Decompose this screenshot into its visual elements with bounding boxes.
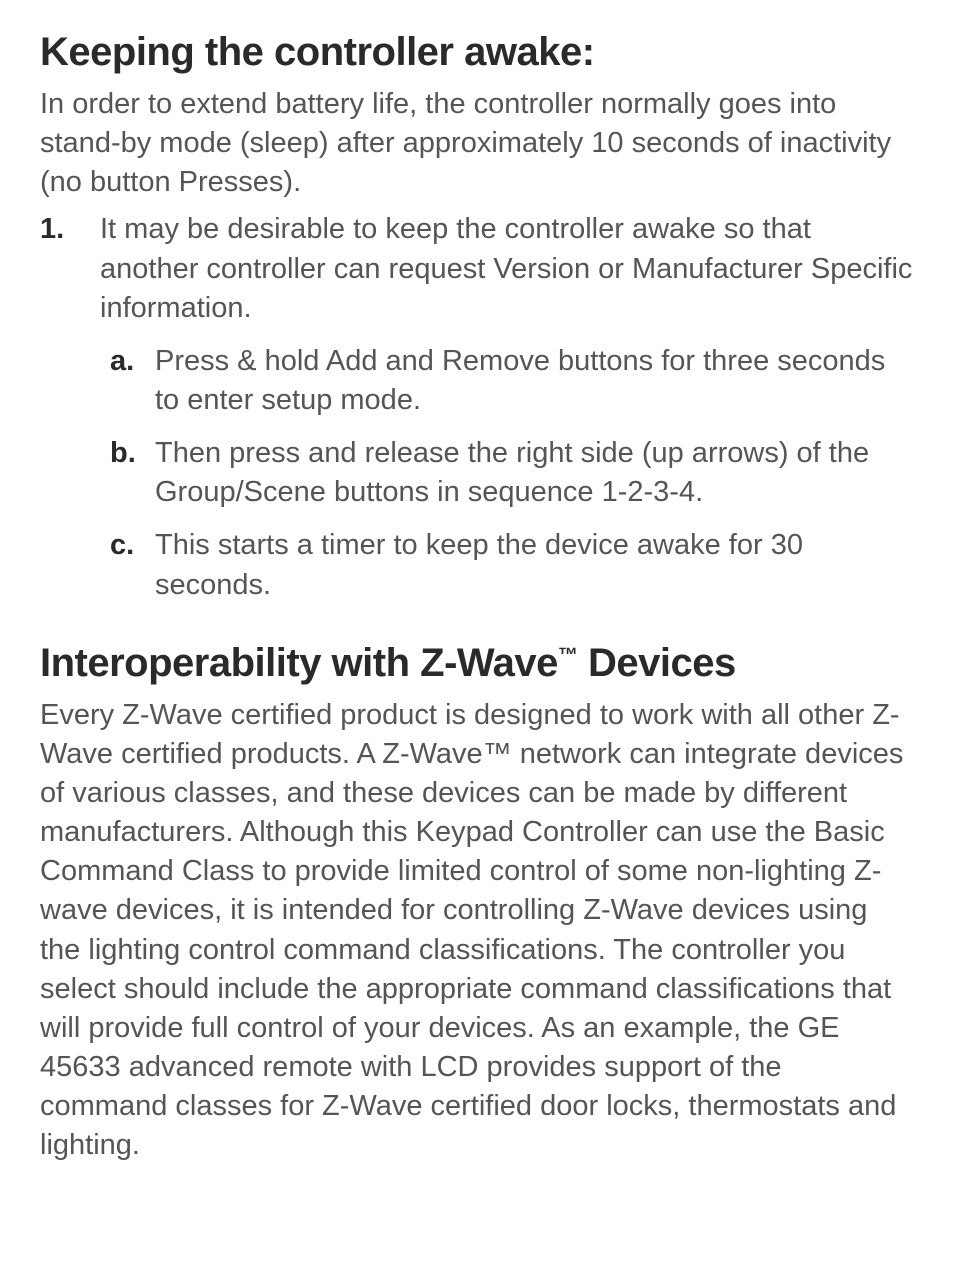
section1-heading: Keeping the controller awake: xyxy=(40,30,914,75)
section1-main-list: It may be desirable to keep the controll… xyxy=(40,210,914,604)
section1-sub-a: Press & hold Add and Remove buttons for … xyxy=(100,342,914,420)
trademark-symbol: ™ xyxy=(558,644,578,666)
section2-heading-post: Devices xyxy=(577,641,735,685)
section2: Interoperability with Z-Wave™ Devices Ev… xyxy=(40,641,914,1166)
section1-sub-b: Then press and release the right side (u… xyxy=(100,434,914,512)
section2-body: Every Z-Wave certified product is design… xyxy=(40,696,914,1166)
section1-sub-list: Press & hold Add and Remove buttons for … xyxy=(100,342,914,605)
section2-heading-pre: Interoperability with Z-Wave xyxy=(40,641,558,685)
section1-item1: It may be desirable to keep the controll… xyxy=(40,210,914,604)
section1-intro: In order to extend battery life, the con… xyxy=(40,85,914,202)
section1-sub-c: This starts a timer to keep the device a… xyxy=(100,526,914,604)
section2-heading: Interoperability with Z-Wave™ Devices xyxy=(40,641,914,686)
section1-item1-text: It may be desirable to keep the controll… xyxy=(100,213,912,323)
